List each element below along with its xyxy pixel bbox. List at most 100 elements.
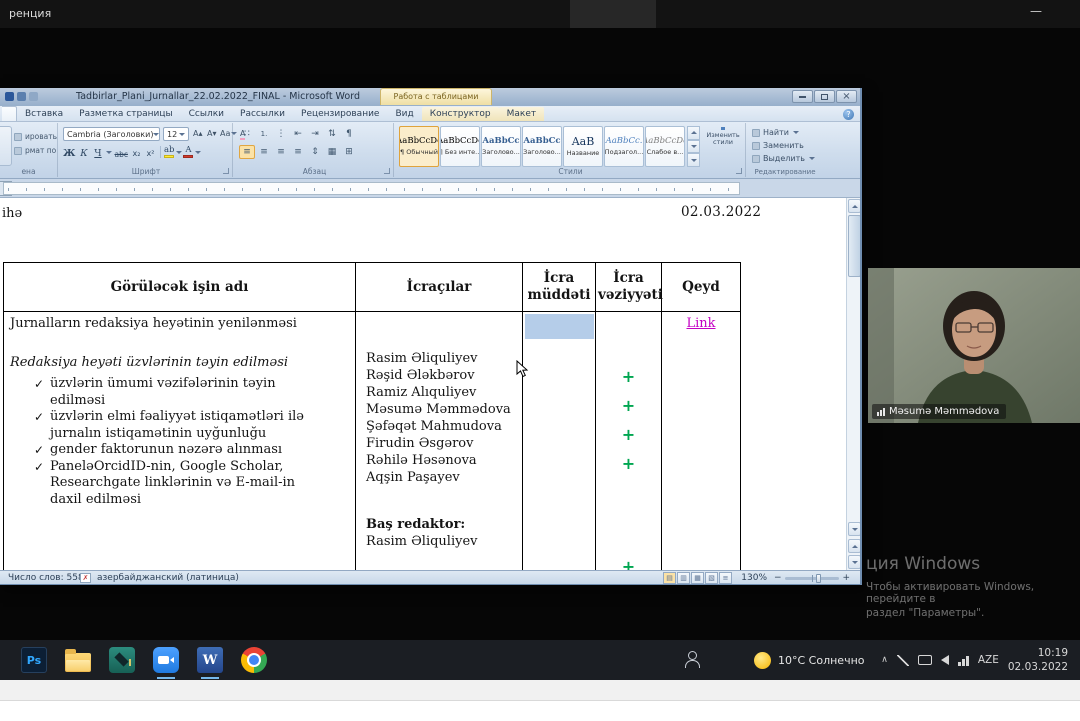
taskbar-clock[interactable]: 10:19 02.03.2022 [1008, 646, 1068, 674]
tab-review[interactable]: Рецензирование [293, 107, 387, 121]
scroll-down-icon[interactable] [848, 522, 861, 536]
language-indicator[interactable]: AZE [978, 654, 999, 666]
style-subtitle[interactable]: AaBbCc. Подзагол... [604, 126, 644, 167]
tab-table-layout[interactable]: Макет [499, 107, 545, 121]
plan-table[interactable]: Görüləcək işin adı İcraçılar İcra müddət… [3, 262, 741, 570]
font-color-button[interactable]: A [183, 146, 193, 159]
language-status[interactable]: азербайджанский (латиница) [97, 573, 239, 583]
close-window-icon[interactable] [836, 90, 857, 103]
sort-button[interactable] [324, 127, 340, 141]
underline-options-icon[interactable] [106, 151, 112, 154]
fullscreen-view-icon[interactable] [677, 572, 690, 584]
align-right-button[interactable] [273, 145, 289, 159]
outline-view-icon[interactable] [705, 572, 718, 584]
zoom-in-icon[interactable]: + [842, 573, 850, 583]
taskbar-word[interactable]: W [188, 640, 232, 680]
tab-page-layout[interactable]: Разметка страницы [71, 107, 181, 121]
help-icon[interactable] [843, 109, 854, 120]
draft-view-icon[interactable] [719, 572, 732, 584]
conference-toolbar-segment[interactable] [570, 0, 656, 28]
undo-icon[interactable] [29, 92, 38, 101]
format-painter-button[interactable]: рмат по образцу [14, 146, 57, 155]
restore-window-icon[interactable] [814, 90, 835, 103]
find-button[interactable]: Найти [752, 128, 799, 137]
zoom-track[interactable] [785, 577, 840, 580]
note-cell[interactable]: Link [662, 312, 741, 571]
change-styles-button[interactable]: Изменить стили [702, 127, 744, 147]
strikethrough-button[interactable]: abc [113, 145, 128, 159]
web-layout-view-icon[interactable] [691, 572, 704, 584]
window-controls[interactable] [792, 90, 857, 103]
shrink-font-button[interactable] [207, 129, 217, 138]
taskbar-weather[interactable]: 10°C Солнечно [754, 640, 865, 680]
vertical-scrollbar[interactable] [846, 198, 862, 570]
zoom-level[interactable]: 130% [741, 573, 767, 583]
borders-button[interactable] [341, 145, 357, 159]
tab-table-design[interactable]: Конструктор [422, 107, 499, 121]
align-center-button[interactable] [256, 145, 272, 159]
change-case-button[interactable]: Aa [220, 129, 237, 138]
status-cell[interactable]: + + + + + [596, 312, 662, 571]
styles-scroll-up-icon[interactable] [687, 126, 700, 140]
network-icon[interactable] [958, 655, 969, 666]
styles-more-icon[interactable] [687, 153, 700, 167]
underline-button[interactable]: Ч [91, 145, 104, 159]
zoom-slider[interactable]: − + [774, 572, 850, 584]
tab-mailings[interactable]: Рассылки [232, 107, 293, 121]
paste-button[interactable] [0, 126, 12, 166]
word-titlebar[interactable]: Tadbirlar_Plani_Jurnallar_22.02.2022_FIN… [0, 88, 860, 106]
numbering-button[interactable] [256, 127, 272, 141]
scroll-up-icon[interactable] [848, 199, 861, 213]
people-icon[interactable] [682, 650, 702, 670]
font-color-options-icon[interactable] [195, 151, 201, 154]
minimize-window-icon[interactable] [792, 90, 813, 103]
taskbar-file-explorer[interactable] [56, 640, 100, 680]
style-normal[interactable]: AaBbCcDc ¶ Обычный [399, 126, 439, 167]
italic-button[interactable]: К [77, 145, 90, 159]
note-link[interactable]: Link [686, 316, 715, 331]
volume-icon[interactable] [941, 655, 949, 665]
previous-page-icon[interactable] [848, 539, 861, 553]
paragraph-dialog-launcher-icon[interactable] [384, 168, 390, 174]
style-heading2[interactable]: AaBbCc Заголово... [522, 126, 562, 167]
styles-scroll-down-icon[interactable] [687, 140, 700, 154]
document-area[interactable]: ihə 02.03.2022 Görüləcək işin adı İcraçı… [0, 198, 862, 570]
document-page[interactable]: ihə 02.03.2022 Görüləcək işin adı İcraçı… [0, 198, 846, 570]
tab-references[interactable]: Ссылки [181, 107, 232, 121]
font-size-select[interactable]: 12 [163, 127, 189, 141]
grow-font-button[interactable] [193, 129, 203, 138]
tab-view[interactable]: Вид [387, 107, 421, 121]
select-button[interactable]: Выделить [752, 154, 815, 163]
pen-icon[interactable] [897, 655, 909, 666]
executors-cell[interactable]: Rasim Əliquliyev Rəşid Ələkbərov Ramiz A… [356, 312, 523, 571]
taskbar-video-app[interactable] [144, 640, 188, 680]
copy-button[interactable]: ировать [14, 132, 57, 141]
quick-access-toolbar[interactable] [5, 92, 38, 101]
line-spacing-button[interactable] [307, 145, 323, 159]
tab-home-cut[interactable] [2, 106, 17, 121]
style-subtle-emphasis[interactable]: AaBbCcDc Слабое в... [645, 126, 685, 167]
save-icon[interactable] [17, 92, 26, 101]
replace-button[interactable]: Заменить [752, 141, 804, 150]
zoom-thumb[interactable] [816, 574, 821, 583]
minimize-icon[interactable]: — [1030, 4, 1042, 18]
bullets-button[interactable] [239, 127, 255, 141]
deadline-cell[interactable] [523, 312, 596, 571]
print-layout-view-icon[interactable] [663, 572, 676, 584]
style-heading1[interactable]: AaBbCc Заголово... [481, 126, 521, 167]
justify-button[interactable] [290, 145, 306, 159]
font-dialog-launcher-icon[interactable] [223, 168, 229, 174]
styles-dialog-launcher-icon[interactable] [736, 168, 742, 174]
word-count[interactable]: Число слов: 558 [8, 573, 84, 583]
superscript-button[interactable]: x² [144, 145, 157, 159]
style-no-spacing[interactable]: AaBbCcDc ¶ Без инте... [440, 126, 480, 167]
scrollbar-thumb[interactable] [848, 215, 861, 277]
highlight-color-button[interactable]: ab [164, 146, 175, 159]
decrease-indent-button[interactable] [290, 127, 306, 141]
tab-insert[interactable]: Вставка [17, 107, 71, 121]
style-title[interactable]: AaB Название [563, 126, 603, 167]
taskbar-chrome[interactable] [232, 640, 276, 680]
next-page-icon[interactable] [848, 555, 861, 569]
chevron-up-icon[interactable] [881, 655, 888, 665]
taskbar-photoshop[interactable]: Ps [12, 640, 56, 680]
